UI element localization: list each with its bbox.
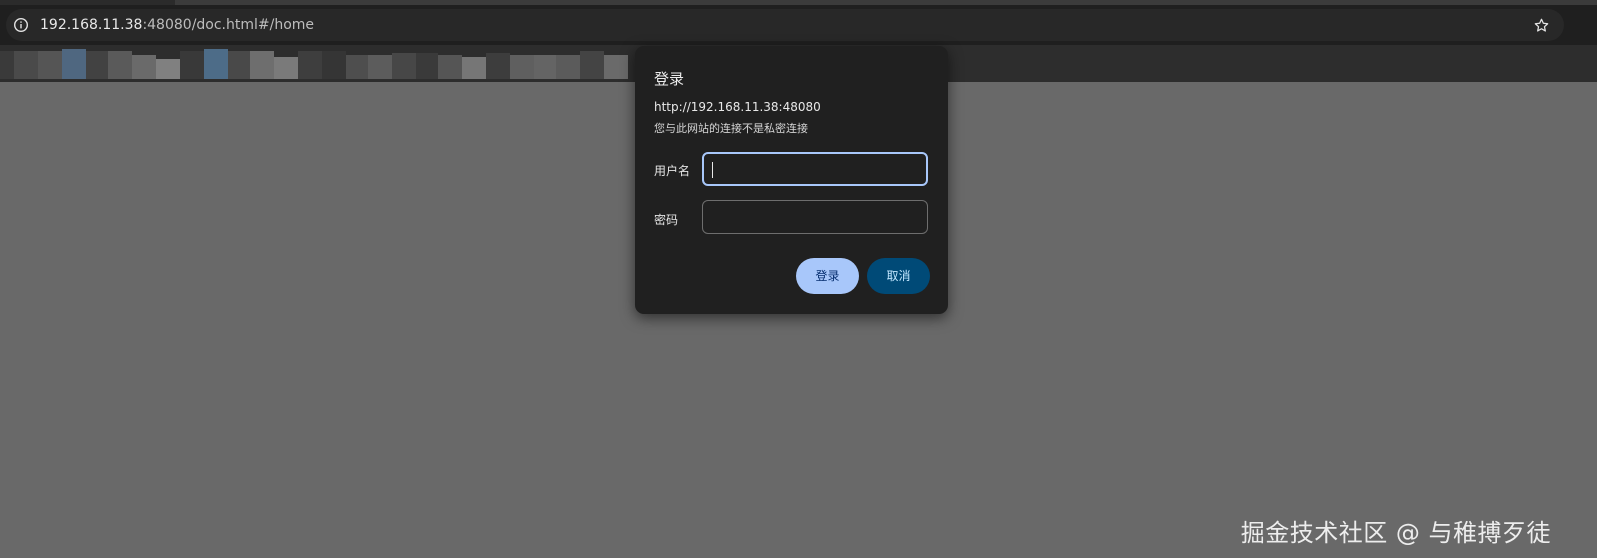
redacted-block — [346, 55, 368, 79]
username-label: 用户名 — [654, 164, 691, 178]
redacted-block — [486, 53, 510, 79]
redacted-block — [416, 53, 438, 79]
redacted-block — [534, 55, 556, 79]
redacted-block — [604, 55, 628, 79]
star-icon[interactable] — [1533, 17, 1550, 34]
redacted-block — [38, 51, 62, 79]
browser-window: 192.168.11.38:48080/doc.html#/home 登录 ht… — [0, 0, 1597, 558]
dialog-connection-warning: 您与此网站的连接不是私密连接 — [654, 122, 808, 135]
watermark: 掘金技术社区 @ 与稚搏歹徒 — [1240, 519, 1551, 547]
password-input[interactable] — [702, 200, 928, 234]
redacted-block — [462, 57, 486, 79]
redacted-block — [556, 55, 580, 79]
redacted-block — [0, 51, 14, 79]
redacted-block — [62, 49, 86, 79]
url-path: :48080/doc.html#/home — [142, 17, 315, 33]
redacted-block — [180, 51, 204, 79]
address-bar[interactable]: 192.168.11.38:48080/doc.html#/home — [6, 9, 1564, 41]
redacted-block — [14, 51, 38, 79]
redacted-block — [250, 51, 274, 79]
dialog-title: 登录 — [654, 70, 685, 88]
redacted-block — [274, 57, 298, 79]
username-input[interactable] — [702, 152, 928, 186]
redacted-block — [322, 51, 346, 79]
login-button[interactable]: 登录 — [796, 258, 859, 294]
redacted-block — [368, 55, 392, 79]
password-label: 密码 — [654, 213, 679, 227]
redacted-block — [86, 51, 108, 79]
redacted-block — [510, 55, 534, 79]
cancel-button[interactable]: 取消 — [867, 258, 930, 294]
redacted-block — [204, 49, 228, 79]
redacted-block — [228, 51, 250, 79]
info-icon[interactable] — [13, 17, 29, 33]
dialog-origin: http://192.168.11.38:48080 — [654, 100, 821, 114]
redacted-block — [438, 55, 462, 79]
redacted-block — [108, 51, 132, 79]
text-caret — [712, 162, 713, 178]
redacted-block — [580, 51, 604, 79]
url-host: 192.168.11.38 — [40, 17, 143, 33]
browser-toolbar: 192.168.11.38:48080/doc.html#/home — [0, 5, 1597, 45]
redacted-block — [156, 59, 180, 79]
redacted-block — [298, 51, 322, 79]
redacted-block — [132, 55, 156, 79]
redacted-block — [392, 53, 416, 79]
url-text[interactable]: 192.168.11.38:48080/doc.html#/home — [40, 17, 314, 33]
login-dialog: 登录 http://192.168.11.38:48080 您与此网站的连接不是… — [635, 46, 948, 314]
